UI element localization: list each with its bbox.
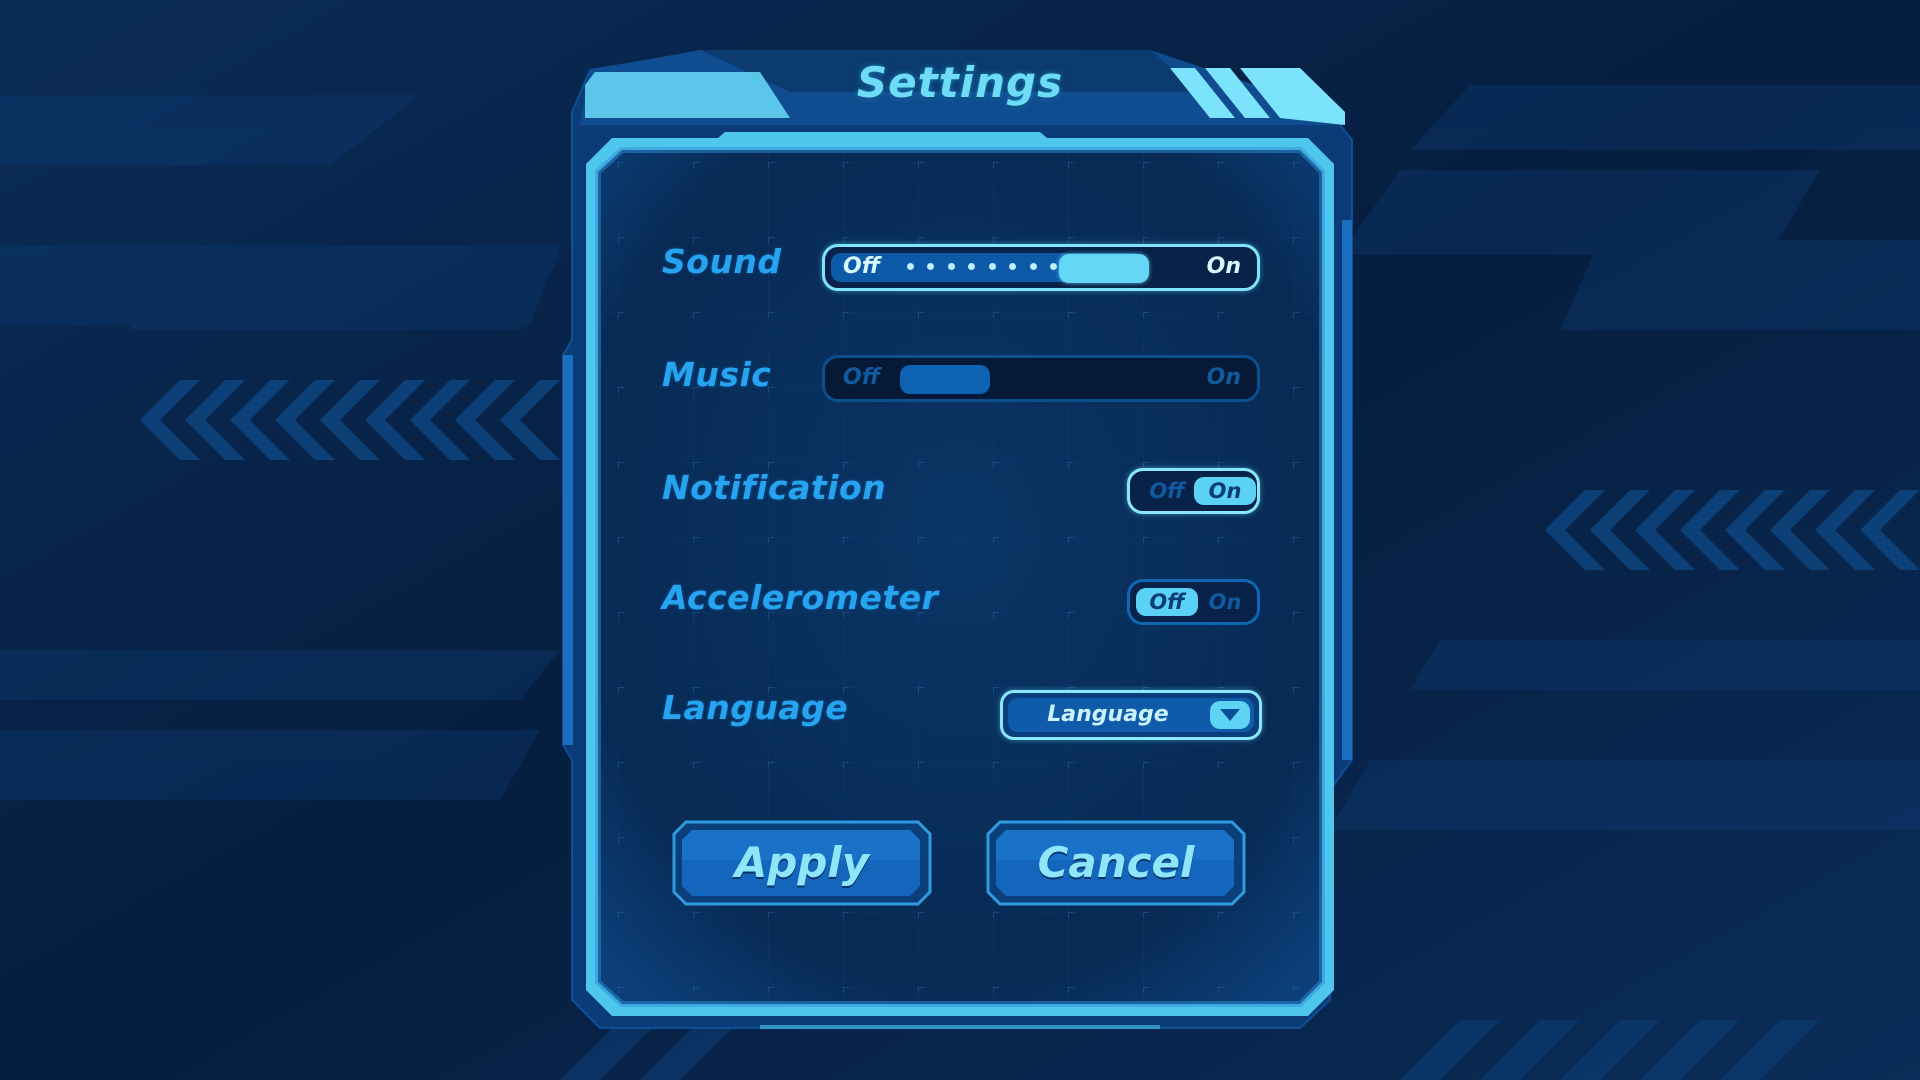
notification-label: Notification: [662, 468, 887, 507]
music-slider[interactable]: Off On: [822, 355, 1260, 402]
apply-button-label: Apply: [734, 838, 870, 887]
game-screen: Settings Sound Off On Music Off On Notif…: [0, 0, 1920, 1080]
language-label: Language: [662, 688, 849, 727]
language-dropdown-body: Language: [1008, 698, 1254, 732]
apply-button[interactable]: Apply: [672, 820, 932, 906]
cancel-button[interactable]: Cancel: [986, 820, 1246, 906]
sound-off-label: Off: [843, 254, 881, 279]
sound-slider[interactable]: Off On: [822, 244, 1260, 291]
background: [0, 0, 1920, 1080]
music-slider-thumb[interactable]: [900, 365, 990, 394]
music-off-label: Off: [843, 365, 881, 390]
music-label: Music: [662, 355, 772, 394]
cancel-button-label: Cancel: [1037, 838, 1195, 887]
accelerometer-off-option[interactable]: Off: [1136, 588, 1198, 616]
accelerometer-toggle[interactable]: Off On: [1127, 579, 1260, 625]
sound-slider-ticks: [907, 263, 1057, 273]
language-dropdown-value: Language: [1047, 702, 1169, 727]
chevron-down-icon[interactable]: [1210, 701, 1250, 729]
notification-on-option[interactable]: On: [1194, 477, 1256, 505]
language-dropdown[interactable]: Language: [1000, 690, 1262, 740]
notification-off-option[interactable]: Off: [1136, 477, 1198, 505]
sound-slider-thumb[interactable]: [1059, 254, 1149, 283]
sound-on-label: On: [1206, 254, 1241, 279]
sound-label: Sound: [662, 242, 782, 281]
accelerometer-label: Accelerometer: [662, 578, 939, 617]
notification-toggle[interactable]: Off On: [1127, 468, 1260, 514]
panel-title: Settings: [856, 58, 1064, 107]
music-on-label: On: [1206, 365, 1241, 390]
accelerometer-on-option[interactable]: On: [1194, 588, 1256, 616]
